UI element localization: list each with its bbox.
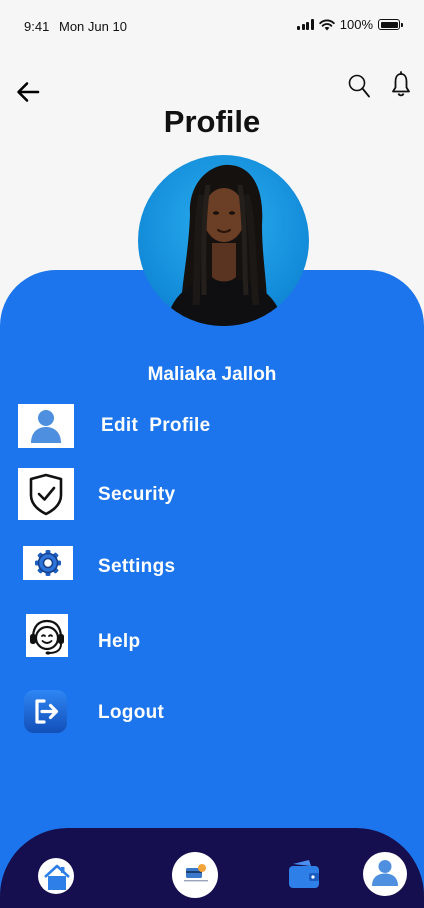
search-icon [348,74,370,98]
arrow-left-icon [17,82,40,102]
back-button[interactable] [14,78,42,106]
logout-icon [24,690,67,733]
menu-item-security[interactable]: Security [0,466,424,522]
menu-item-label: Help [98,631,141,652]
nav-profile[interactable] [363,852,407,896]
menu-item-label: Logout [98,702,165,723]
status-bar: 9:41 Mon Jun 10 100% [0,0,424,52]
battery-percentage: 100% [339,17,373,32]
avatar [138,155,309,326]
profile-icon [372,860,398,886]
menu-item-edit-profile[interactable]: Edit Profile [0,398,424,454]
cellular-signal-icon [297,19,314,30]
nav-home[interactable] [38,858,74,894]
search-button[interactable] [346,72,372,100]
status-date: Mon Jun 10 [59,19,127,34]
notifications-button[interactable] [390,71,412,99]
menu-item-help[interactable]: Help [0,612,424,668]
battery-icon [378,19,403,30]
menu-item-settings[interactable]: Settings [0,539,424,595]
menu-item-label: Security [98,484,176,505]
page-title: Profile [163,104,261,139]
status-indicators: 100% [297,17,403,32]
nav-cards[interactable] [172,852,218,898]
menu-item-label: Settings [98,556,176,577]
bottom-nav [0,828,424,908]
profile-photo [138,155,309,326]
wifi-icon [319,19,335,30]
user-name: Maliaka Jalloh [147,364,277,385]
bell-icon [392,71,410,97]
menu-item-label: Edit Profile [101,415,211,436]
nav-wallet[interactable] [287,858,321,892]
card-app-icon [184,864,208,882]
wallet-icon [289,860,319,888]
headset-icon [26,614,68,657]
home-icon [44,864,70,890]
menu-item-logout[interactable]: Logout [0,687,424,743]
shield-check-icon [18,468,74,520]
gear-icon [23,546,73,580]
user-icon [18,404,74,448]
status-time: 9:41 [24,19,50,34]
